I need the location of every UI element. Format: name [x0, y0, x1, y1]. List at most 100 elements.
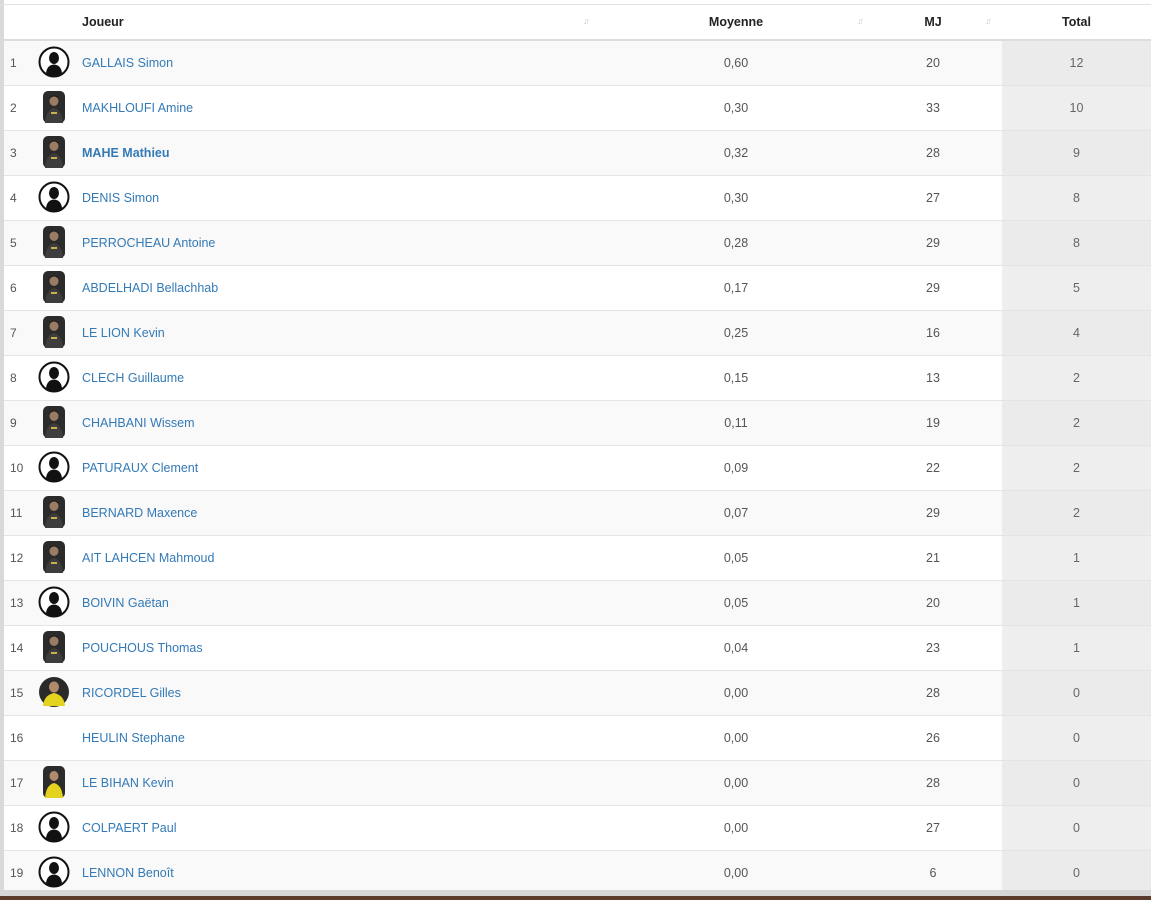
table-row: 12 AIT LAHCEN Mahmoud 0,05 21 1	[4, 535, 1151, 581]
avatar-cell	[30, 805, 78, 851]
player-link[interactable]: LE BIHAN Kevin	[82, 776, 174, 790]
rank-header	[4, 5, 30, 41]
table-header-row: Joueur ↓↑ Moyenne ↓↑ MJ ↓↑ Total	[4, 5, 1151, 41]
total-column-header[interactable]: Total	[1002, 5, 1151, 41]
rank-cell: 2	[4, 85, 30, 131]
sort-arrows-icon[interactable]: ↓↑	[985, 16, 992, 26]
player-link[interactable]: CLECH Guillaume	[82, 371, 184, 385]
player-cell: PERROCHEAU Antoine	[78, 220, 608, 266]
total-cell: 1	[1002, 535, 1151, 581]
average-cell: 0,15	[608, 355, 864, 401]
rank-cell: 14	[4, 625, 30, 671]
average-cell: 0,25	[608, 310, 864, 356]
player-link[interactable]: BERNARD Maxence	[82, 506, 197, 520]
avatar	[43, 90, 65, 126]
player-cell: LE BIHAN Kevin	[78, 760, 608, 806]
player-link[interactable]: PERROCHEAU Antoine	[82, 236, 215, 250]
rank-cell: 16	[4, 715, 30, 761]
rank-cell: 4	[4, 175, 30, 221]
player-header-label: Joueur	[82, 15, 124, 29]
rank-cell: 5	[4, 220, 30, 266]
user-silhouette-icon	[38, 181, 70, 216]
avatar-cell	[30, 85, 78, 131]
user-silhouette-icon	[38, 586, 70, 621]
avatar-cell	[30, 39, 78, 86]
total-cell: 0	[1002, 805, 1151, 851]
matches-header-label: MJ	[924, 15, 942, 29]
avatar	[43, 630, 65, 666]
player-link[interactable]: ABDELHADI Bellachhab	[82, 281, 218, 295]
avatar	[43, 405, 65, 441]
total-cell: 2	[1002, 490, 1151, 536]
player-link[interactable]: LE LION Kevin	[82, 326, 165, 340]
average-cell: 0,17	[608, 265, 864, 311]
matches-cell: 6	[864, 850, 1002, 895]
average-cell: 0,00	[608, 805, 864, 851]
matches-cell: 28	[864, 670, 1002, 716]
matches-column-header[interactable]: MJ ↓↑	[864, 5, 1002, 41]
avatar	[43, 765, 65, 801]
player-link[interactable]: POUCHOUS Thomas	[82, 641, 203, 655]
player-cell: LE LION Kevin	[78, 310, 608, 356]
total-cell: 0	[1002, 850, 1151, 895]
player-cell: CLECH Guillaume	[78, 355, 608, 401]
player-cell: CHAHBANI Wissem	[78, 400, 608, 446]
player-cell: BOIVIN Gaëtan	[78, 580, 608, 626]
table-row: 4 DENIS Simon 0,30 27 8	[4, 175, 1151, 221]
sort-arrows-icon[interactable]: ↓↑	[857, 16, 864, 26]
player-link[interactable]: AIT LAHCEN Mahmoud	[82, 551, 214, 565]
avatar	[43, 495, 65, 531]
player-link[interactable]: BOIVIN Gaëtan	[82, 596, 169, 610]
average-cell: 0,07	[608, 490, 864, 536]
user-silhouette-icon	[38, 46, 70, 81]
player-link[interactable]: MAHE Mathieu	[82, 146, 170, 160]
table-row: 15 RICORDEL Gilles 0,00 28 0	[4, 670, 1151, 716]
player-link[interactable]: DENIS Simon	[82, 191, 159, 205]
player-link[interactable]: MAKHLOUFI Amine	[82, 101, 193, 115]
avatar	[43, 540, 65, 576]
player-cell: HEULIN Stephane	[78, 715, 608, 761]
avatar-cell	[30, 355, 78, 401]
total-cell: 1	[1002, 625, 1151, 671]
average-cell: 0,00	[608, 850, 864, 895]
player-link[interactable]: CHAHBANI Wissem	[82, 416, 195, 430]
player-link[interactable]: LENNON Benoît	[82, 866, 174, 880]
avatar	[38, 676, 70, 711]
rank-cell: 13	[4, 580, 30, 626]
total-cell: 10	[1002, 85, 1151, 131]
avatar-cell	[30, 310, 78, 356]
avatar-cell	[30, 220, 78, 266]
player-link[interactable]: COLPAERT Paul	[82, 821, 177, 835]
player-link[interactable]: RICORDEL Gilles	[82, 686, 181, 700]
rank-cell: 3	[4, 130, 30, 176]
player-cell: BERNARD Maxence	[78, 490, 608, 536]
rank-cell: 19	[4, 850, 30, 895]
player-cell: POUCHOUS Thomas	[78, 625, 608, 671]
matches-cell: 29	[864, 265, 1002, 311]
user-silhouette-icon	[38, 856, 70, 891]
matches-cell: 23	[864, 625, 1002, 671]
player-link[interactable]: GALLAIS Simon	[82, 56, 173, 70]
average-cell: 0,05	[608, 535, 864, 581]
player-cell: AIT LAHCEN Mahmoud	[78, 535, 608, 581]
total-cell: 12	[1002, 39, 1151, 86]
matches-cell: 16	[864, 310, 1002, 356]
rank-cell: 17	[4, 760, 30, 806]
player-link[interactable]: HEULIN Stephane	[82, 731, 185, 745]
sort-arrows-icon[interactable]: ↓↑	[583, 16, 590, 26]
avatar	[38, 721, 70, 756]
player-column-header[interactable]: Joueur ↓↑	[78, 5, 608, 41]
avatar-cell	[30, 265, 78, 311]
average-column-header[interactable]: Moyenne ↓↑	[608, 5, 864, 41]
total-cell: 8	[1002, 175, 1151, 221]
player-link[interactable]: PATURAUX Clement	[82, 461, 198, 475]
player-cell: ABDELHADI Bellachhab	[78, 265, 608, 311]
rank-cell: 9	[4, 400, 30, 446]
average-cell: 0,04	[608, 625, 864, 671]
table-row: 5 PERROCHEAU Antoine 0,28 29 8	[4, 220, 1151, 266]
avatar-cell	[30, 670, 78, 716]
total-cell: 2	[1002, 445, 1151, 491]
rank-cell: 10	[4, 445, 30, 491]
total-cell: 0	[1002, 715, 1151, 761]
avatar	[43, 135, 65, 171]
